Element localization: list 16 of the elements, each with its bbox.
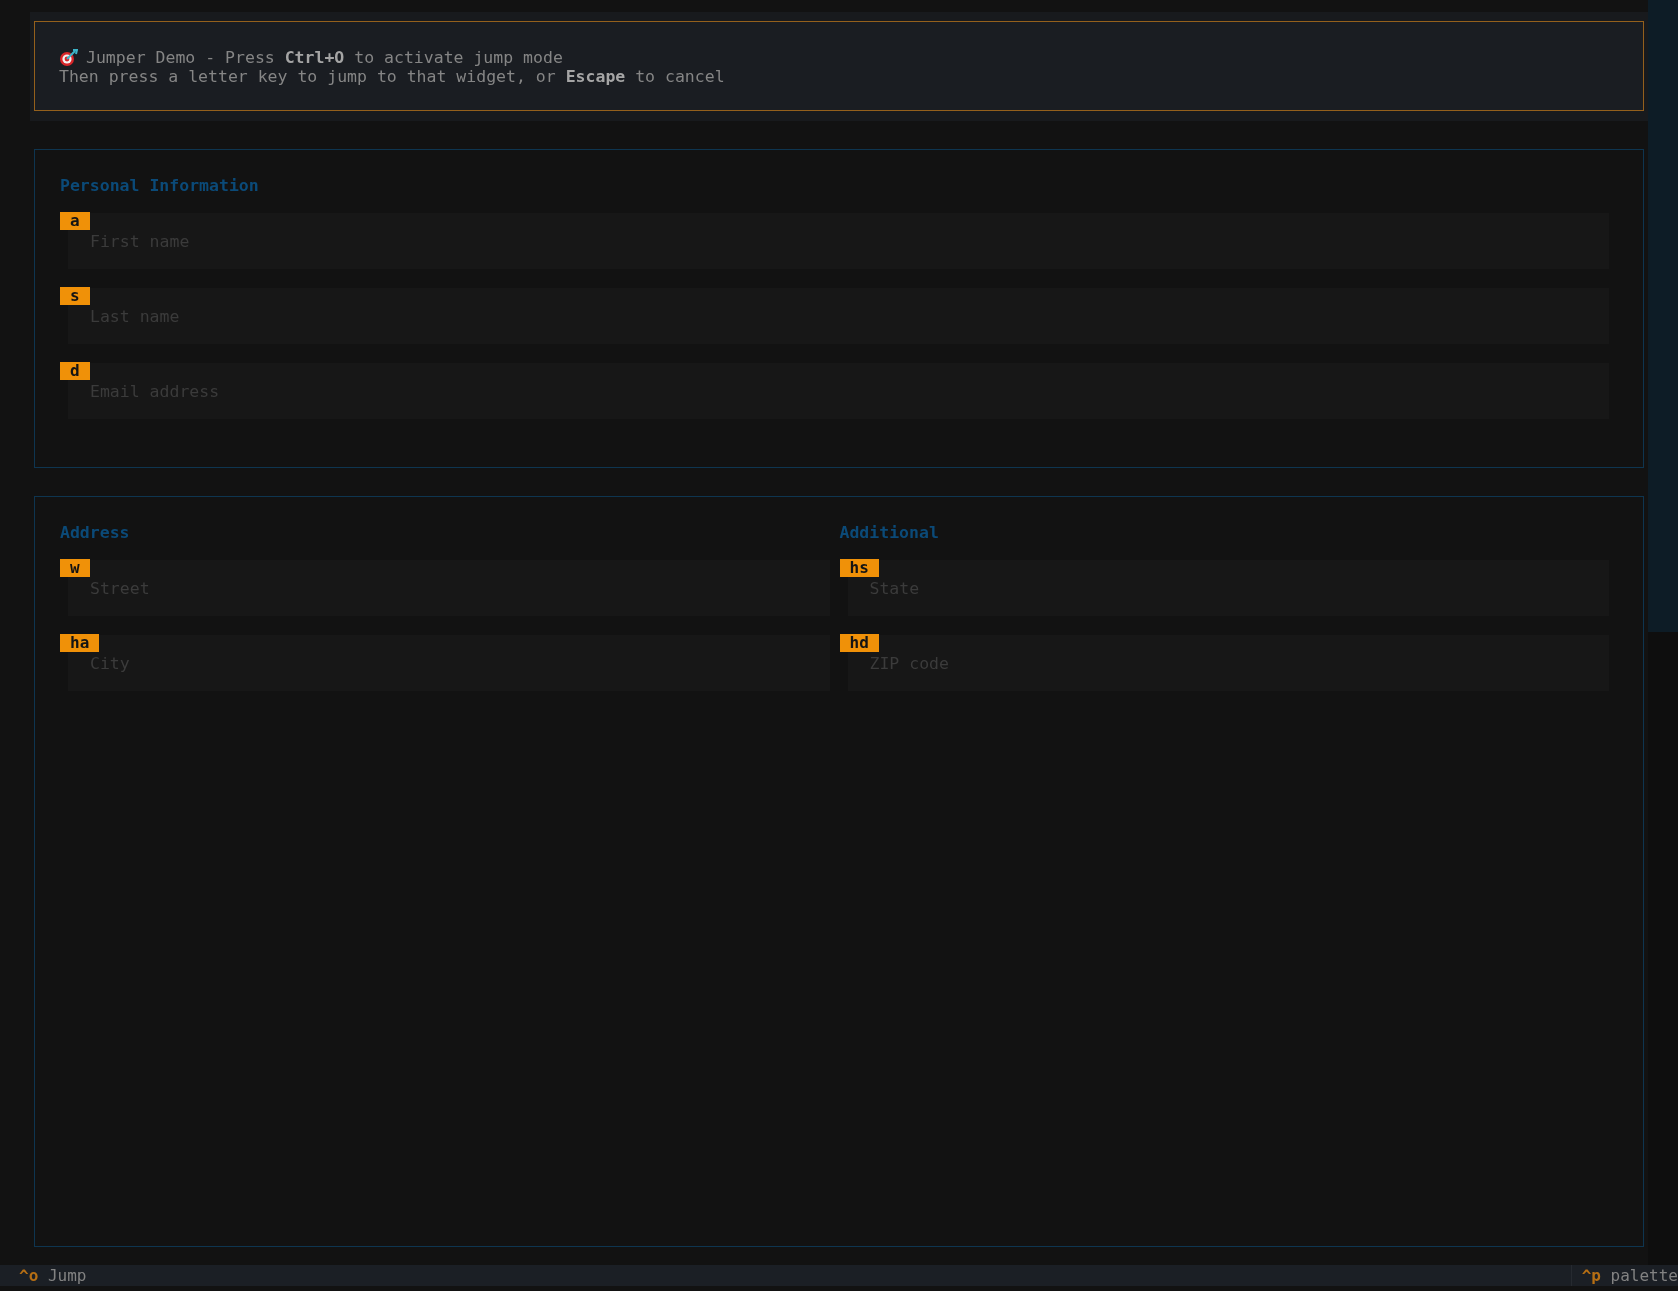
jump-hint-label: ha	[60, 634, 100, 652]
section-title: Additional	[839, 523, 940, 543]
jump-hint-label: hs	[839, 559, 879, 577]
key-binding[interactable]: ^o Jump	[0, 1265, 87, 1286]
jump-hint-label: a	[60, 212, 90, 230]
scrollbar-thumb[interactable]	[1648, 0, 1678, 632]
banner-text: Then press a letter key to jump to that widget, or Escape to cancel	[59, 67, 725, 86]
jump-hint-label: hd	[839, 634, 879, 652]
jump-hint-label: w	[60, 559, 90, 577]
target-icon	[59, 49, 78, 66]
section-title: Personal Information	[60, 176, 260, 196]
banner-text: Jumper Demo - Press Ctrl+O to activate jump mode	[86, 48, 563, 67]
jump-hint-label: d	[60, 362, 90, 380]
section-title: Address	[60, 523, 131, 543]
jump-hint-label: s	[60, 287, 90, 305]
key-binding[interactable]: ^p palette	[1570, 1265, 1678, 1286]
